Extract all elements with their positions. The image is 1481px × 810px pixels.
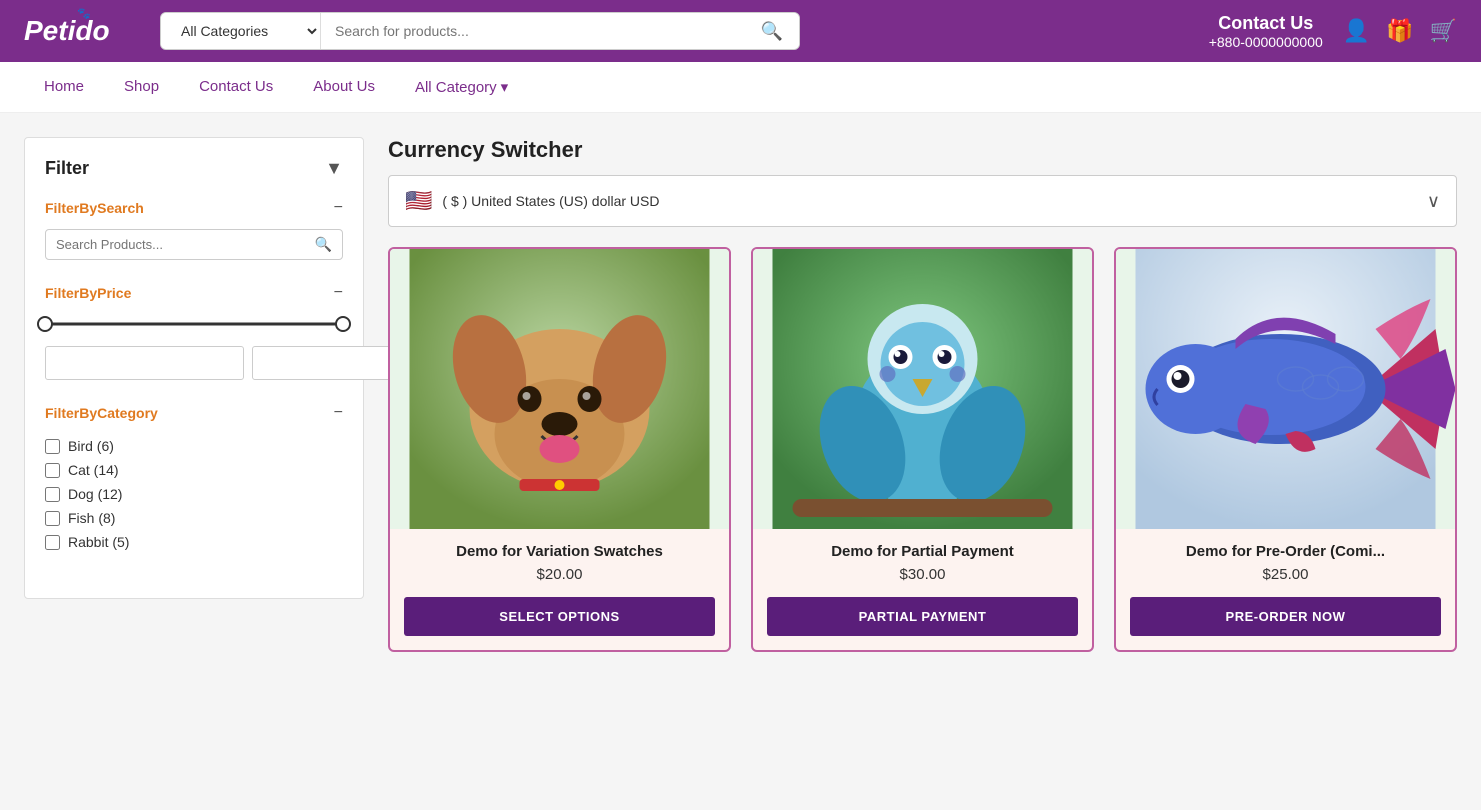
filter-category-title: FilterByCategory bbox=[45, 405, 158, 421]
category-select[interactable]: All Categories bbox=[161, 13, 321, 49]
currency-select-box[interactable]: 🇺🇸 ( $ ) United States (US) dollar USD ∨ bbox=[388, 175, 1457, 227]
price-track bbox=[45, 323, 343, 326]
currency-text: ( $ ) United States (US) dollar USD bbox=[442, 193, 659, 209]
nav-contact[interactable]: Contact Us bbox=[179, 62, 293, 112]
product-info-1: Demo for Variation Swatches $20.00 SELEC… bbox=[390, 529, 729, 650]
product-price-2: $30.00 bbox=[900, 566, 946, 583]
filter-title: Filter bbox=[45, 158, 89, 179]
product-name-3: Demo for Pre-Order (Comi... bbox=[1186, 543, 1385, 560]
product-info-2: Demo for Partial Payment $30.00 PARTIAL … bbox=[753, 529, 1092, 650]
contact-phone: +880-0000000000 bbox=[1209, 34, 1323, 50]
product-btn-3[interactable]: PRE-ORDER NOW bbox=[1130, 597, 1441, 636]
chevron-down-icon: ▾ bbox=[501, 78, 509, 96]
filter-price-header: FilterByPrice − bbox=[45, 284, 343, 302]
category-cat-checkbox[interactable] bbox=[45, 463, 60, 478]
header: Petid🐾o All Categories 🔍 Contact Us +880… bbox=[0, 0, 1481, 62]
dog-image-svg bbox=[390, 249, 729, 529]
filter-price-collapse[interactable]: − bbox=[334, 284, 343, 302]
filter-search-header: FilterBySearch − bbox=[45, 199, 343, 217]
product-card-2: Demo for Partial Payment $30.00 PARTIAL … bbox=[751, 247, 1094, 652]
currency-chevron-icon: ∨ bbox=[1427, 191, 1440, 212]
filter-search-icon: 🔍 bbox=[315, 236, 332, 253]
nav-home[interactable]: Home bbox=[24, 62, 104, 112]
fish-image-svg bbox=[1116, 249, 1455, 529]
currency-left: 🇺🇸 ( $ ) United States (US) dollar USD bbox=[405, 188, 659, 214]
price-min-input[interactable]: 0 bbox=[45, 346, 244, 380]
category-bird-label: Bird (6) bbox=[68, 438, 114, 454]
product-card-1: Demo for Variation Swatches $20.00 SELEC… bbox=[388, 247, 731, 652]
user-icon[interactable]: 👤 bbox=[1343, 18, 1370, 44]
category-cat[interactable]: Cat (14) bbox=[45, 458, 343, 482]
product-image-bird bbox=[753, 249, 1092, 529]
product-card-3: Demo for Pre-Order (Comi... $25.00 PRE-O… bbox=[1114, 247, 1457, 652]
products-grid: Demo for Variation Swatches $20.00 SELEC… bbox=[388, 247, 1457, 652]
filter-search-box: 🔍 bbox=[45, 229, 343, 260]
product-name-1: Demo for Variation Swatches bbox=[456, 543, 663, 560]
category-rabbit[interactable]: Rabbit (5) bbox=[45, 530, 343, 554]
product-image-dog bbox=[390, 249, 729, 529]
category-dog[interactable]: Dog (12) bbox=[45, 482, 343, 506]
filter-header: Filter ▼ bbox=[45, 158, 343, 179]
search-input[interactable] bbox=[321, 13, 745, 49]
category-rabbit-checkbox[interactable] bbox=[45, 535, 60, 550]
gift-icon[interactable]: 🎁 bbox=[1386, 18, 1413, 44]
search-button[interactable]: 🔍 bbox=[745, 13, 799, 49]
filter-by-price-section: FilterByPrice − 0 249 bbox=[45, 284, 343, 380]
filter-by-search-section: FilterBySearch − 🔍 bbox=[45, 199, 343, 260]
product-image-fish bbox=[1116, 249, 1455, 529]
search-bar: All Categories 🔍 bbox=[160, 12, 800, 50]
price-thumb-min[interactable] bbox=[37, 316, 53, 332]
category-list: Bird (6) Cat (14) Dog (12) Fish (8) Rabb… bbox=[45, 434, 343, 554]
category-dog-label: Dog (12) bbox=[68, 486, 122, 502]
main-content: Currency Switcher 🇺🇸 ( $ ) United States… bbox=[388, 137, 1457, 652]
main-layout: Filter ▼ FilterBySearch − 🔍 FilterByPric… bbox=[0, 113, 1481, 676]
sidebar: Filter ▼ FilterBySearch − 🔍 FilterByPric… bbox=[24, 137, 364, 599]
category-rabbit-label: Rabbit (5) bbox=[68, 534, 129, 550]
category-bird[interactable]: Bird (6) bbox=[45, 434, 343, 458]
header-right: Contact Us +880-0000000000 👤 🎁 🛒 bbox=[1209, 13, 1457, 50]
cart-icon[interactable]: 🛒 bbox=[1430, 18, 1457, 44]
filter-category-header: FilterByCategory − bbox=[45, 404, 343, 422]
price-inputs: 0 249 bbox=[45, 346, 343, 380]
product-info-3: Demo for Pre-Order (Comi... $25.00 PRE-O… bbox=[1116, 529, 1455, 650]
product-name-2: Demo for Partial Payment bbox=[831, 543, 1014, 560]
filter-funnel-icon: ▼ bbox=[325, 158, 343, 179]
filter-by-category-section: FilterByCategory − Bird (6) Cat (14) Dog… bbox=[45, 404, 343, 554]
category-fish[interactable]: Fish (8) bbox=[45, 506, 343, 530]
nav-about[interactable]: About Us bbox=[293, 62, 395, 112]
product-price-1: $20.00 bbox=[537, 566, 583, 583]
category-fish-checkbox[interactable] bbox=[45, 511, 60, 526]
currency-switcher-title: Currency Switcher bbox=[388, 137, 1457, 163]
filter-price-title: FilterByPrice bbox=[45, 285, 131, 301]
price-range: 0 249 bbox=[45, 314, 343, 380]
contact-info: Contact Us +880-0000000000 bbox=[1209, 13, 1323, 50]
category-cat-label: Cat (14) bbox=[68, 462, 119, 478]
category-bird-checkbox[interactable] bbox=[45, 439, 60, 454]
us-flag-icon: 🇺🇸 bbox=[405, 188, 432, 214]
main-nav: Home Shop Contact Us About Us All Catego… bbox=[0, 62, 1481, 113]
filter-search-collapse[interactable]: − bbox=[334, 199, 343, 217]
category-fish-label: Fish (8) bbox=[68, 510, 115, 526]
nav-all-category[interactable]: All Category ▾ bbox=[395, 62, 528, 112]
filter-search-title: FilterBySearch bbox=[45, 200, 144, 216]
product-price-3: $25.00 bbox=[1263, 566, 1309, 583]
contact-title: Contact Us bbox=[1209, 13, 1323, 34]
filter-category-collapse[interactable]: − bbox=[334, 404, 343, 422]
category-dog-checkbox[interactable] bbox=[45, 487, 60, 502]
filter-search-input[interactable] bbox=[56, 237, 307, 252]
product-btn-2[interactable]: PARTIAL PAYMENT bbox=[767, 597, 1078, 636]
price-slider[interactable] bbox=[45, 314, 343, 334]
bird-image-svg bbox=[753, 249, 1092, 529]
product-btn-1[interactable]: SELECT OPTIONS bbox=[404, 597, 715, 636]
price-thumb-max[interactable] bbox=[335, 316, 351, 332]
header-icons: 👤 🎁 🛒 bbox=[1343, 18, 1457, 44]
logo: Petid🐾o bbox=[24, 15, 144, 47]
nav-shop[interactable]: Shop bbox=[104, 62, 179, 112]
currency-switcher: Currency Switcher 🇺🇸 ( $ ) United States… bbox=[388, 137, 1457, 227]
